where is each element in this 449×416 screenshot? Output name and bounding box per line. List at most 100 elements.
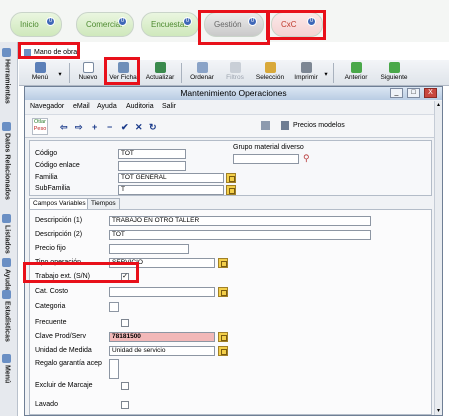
module-tab-inicio[interactable]: Inicio 0 [10, 12, 62, 37]
sidebar-item-herramientas[interactable]: Herramientas [2, 48, 11, 104]
menu-auditoria[interactable]: Auditoria [126, 101, 154, 112]
stats-icon [2, 290, 11, 299]
main-toolbar: Menú ▾ Nuevo Ver Ficha Actualizar Ordena… [19, 60, 449, 86]
excluir-marcaje-checkbox[interactable] [121, 382, 129, 390]
lookup-icon[interactable] [226, 185, 236, 195]
descripcion1-label: Descripción (1) [35, 217, 83, 224]
codigo-label: Código [35, 150, 58, 157]
codigo-input[interactable]: TOT [118, 149, 186, 159]
menu-salir[interactable]: Salir [162, 101, 176, 112]
filtros-button[interactable]: Filtros [222, 60, 248, 86]
tab-campos-variables[interactable]: Campos Variables [29, 198, 90, 209]
categoria-label: Categoria [35, 303, 66, 310]
toolbar-separator [181, 63, 182, 83]
campos-variables-panel: Descripción (1) TRABAJO EN OTRO TALLER D… [29, 209, 432, 415]
descripcion2-label: Descripción (2) [35, 231, 83, 238]
lookup-icon[interactable] [218, 332, 228, 342]
filter-icon [229, 62, 241, 73]
regalo-garantia-label: Regalo garantía acep [35, 360, 102, 367]
actualizar-button[interactable]: Actualizar [143, 60, 177, 86]
scrollbar[interactable]: ▴ ▾ [434, 101, 442, 415]
window-title: Mantenimiento Operaciones [25, 87, 442, 100]
delete-record-button[interactable]: − [107, 122, 112, 132]
lookup-icon[interactable] [218, 258, 228, 268]
side-panel: Herramientas Datos Relacionados Listados… [0, 42, 18, 416]
lookup-icon[interactable] [218, 346, 228, 356]
descripcion2-input[interactable]: TOT [109, 230, 371, 240]
refresh-record-button[interactable]: ↻ [149, 122, 157, 133]
sidebar-item-listados[interactable]: Listados [2, 214, 11, 254]
nav-next-button[interactable]: ⇨ [75, 122, 83, 133]
regalo-garantia-input[interactable] [109, 359, 119, 379]
codigo-enlace-input[interactable] [118, 161, 186, 171]
tab-tiempos[interactable]: Tiempos [87, 198, 120, 209]
cat-costo-label: Cat. Costo [35, 288, 69, 295]
module-label: Inicio [20, 20, 39, 29]
menu-navegador[interactable]: Navegador [30, 101, 64, 112]
descripcion1-input[interactable]: TRABAJO EN OTRO TALLER [109, 216, 371, 226]
toolbar-separator [333, 63, 334, 83]
subfamilia-input[interactable]: T [118, 185, 224, 195]
precios-modelos-button[interactable]: Precios modelos [293, 122, 345, 129]
scroll-up-icon[interactable]: ▴ [435, 101, 442, 109]
sidebar-item-menu[interactable]: Menú [2, 354, 11, 383]
menu-dropdown[interactable]: ▾ [55, 60, 65, 86]
action-toolbar: Otlar Peso ⇦ ⇨ + − ✔ ✕ ↻ Precios modelos [25, 114, 442, 138]
scroll-down-icon[interactable]: ▾ [435, 407, 442, 415]
module-tab-encuestas[interactable]: Encuestas 0 [141, 12, 199, 37]
chevron-down-icon: ▾ [324, 71, 328, 78]
highlight-subtab [18, 42, 80, 59]
menu-ayuda[interactable]: Ayuda [97, 101, 117, 112]
unidad-medida-input[interactable]: Unidad de servicio [109, 346, 215, 356]
lookup-icon[interactable] [226, 173, 236, 183]
ordenar-button[interactable]: Ordenar [187, 60, 217, 86]
categoria-input[interactable] [109, 302, 119, 312]
menu-button[interactable]: Menú [27, 60, 53, 86]
module-badge: 0 [118, 17, 127, 26]
otlar-peso-badge[interactable]: Otlar Peso [32, 118, 48, 135]
familia-input[interactable]: TOT GENERAL [118, 173, 224, 183]
copy-icon[interactable] [261, 121, 270, 130]
printer-icon [300, 62, 312, 73]
module-badge: 0 [183, 17, 192, 26]
tools-icon [2, 48, 11, 57]
unidad-medida-label: Unidad de Medida [35, 347, 92, 354]
precio-fijo-input[interactable] [109, 244, 189, 254]
grupo-material-input[interactable] [233, 154, 299, 164]
imprimir-dropdown[interactable]: ▾ [322, 60, 330, 86]
close-button[interactable]: X [424, 88, 437, 98]
cancel-button[interactable]: ✕ [135, 122, 143, 133]
sort-icon [196, 62, 208, 73]
menu-icon [34, 62, 46, 73]
add-record-button[interactable]: + [92, 122, 97, 132]
siguiente-button[interactable]: Siguiente [377, 60, 411, 86]
familia-label: Familia [35, 174, 58, 181]
search-icon[interactable]: ⚲ [303, 153, 310, 164]
sidebar-item-datos-relacionados[interactable]: Datos Relacionados [2, 122, 11, 200]
sidebar-item-estadisticas[interactable]: Estadísticas [2, 290, 11, 342]
menu-email[interactable]: eMail [73, 101, 90, 112]
highlight-trabajo-ext [23, 262, 139, 283]
list-icon [2, 214, 11, 223]
confirm-button[interactable]: ✔ [121, 122, 129, 133]
precio-fijo-label: Precio fijo [35, 245, 66, 252]
anterior-button[interactable]: Anterior [339, 60, 373, 86]
cat-costo-input[interactable] [109, 287, 215, 297]
lavado-checkbox[interactable] [121, 401, 129, 409]
clave-prod-serv-input[interactable]: 78181500 [109, 332, 215, 342]
frecuente-checkbox[interactable] [121, 319, 129, 327]
nuevo-button[interactable]: Nuevo [74, 60, 102, 86]
help-icon [2, 258, 11, 267]
new-document-icon [82, 62, 94, 73]
module-label: Comercial [86, 20, 123, 29]
window-menubar: Navegador eMail Ayuda Auditoria Salir [25, 101, 442, 112]
minimize-button[interactable]: _ [390, 88, 403, 98]
imprimir-button[interactable]: Imprimir [291, 60, 321, 86]
seleccion-button[interactable]: Selección [253, 60, 287, 86]
module-tab-comercial[interactable]: Comercial 0 [76, 12, 134, 37]
sidebar-item-ayuda[interactable]: Ayuda [2, 258, 11, 290]
nav-first-button[interactable]: ⇦ [60, 122, 68, 133]
frecuente-label: Frecuente [35, 319, 67, 326]
lookup-icon[interactable] [218, 287, 228, 297]
maximize-button[interactable]: □ [407, 88, 420, 98]
